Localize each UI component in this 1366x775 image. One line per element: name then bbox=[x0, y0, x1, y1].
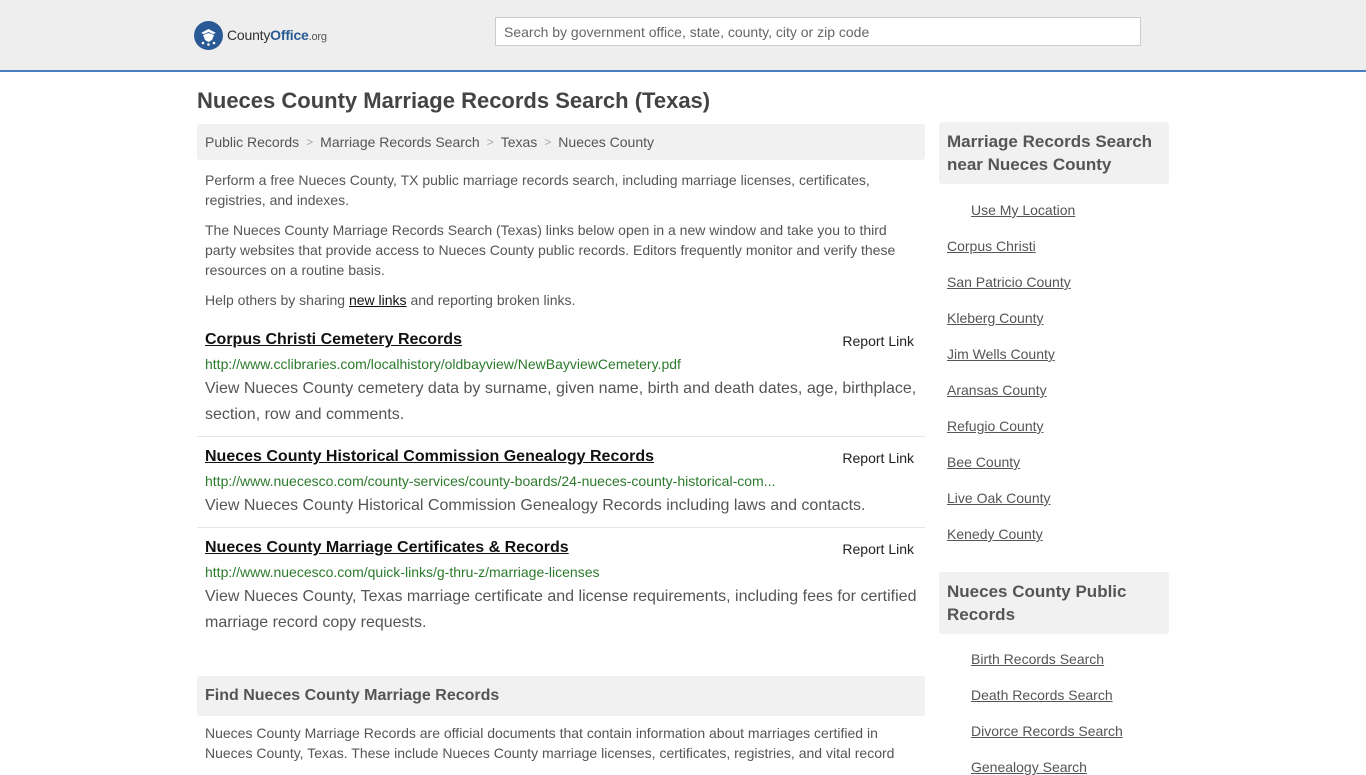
sidebar-public-link[interactable]: Birth Records Search bbox=[971, 651, 1104, 667]
find-section-heading: Find Nueces County Marriage Records bbox=[197, 676, 925, 716]
report-link-button[interactable]: Report Link bbox=[842, 333, 914, 349]
use-my-location-link[interactable]: Use My Location bbox=[971, 202, 1075, 218]
breadcrumb-public-records[interactable]: Public Records bbox=[205, 134, 299, 150]
breadcrumb-current: Nueces County bbox=[558, 134, 655, 150]
sidebar-nearby-link[interactable]: Jim Wells County bbox=[947, 346, 1055, 362]
sidebar-nearby-link[interactable]: Live Oak County bbox=[947, 490, 1051, 506]
intro-help-text-end: and reporting broken links. bbox=[406, 292, 576, 308]
intro-help-text: Help others by sharing bbox=[205, 292, 349, 308]
sidebar-nearby-link[interactable]: Kleberg County bbox=[947, 310, 1044, 326]
sidebar-public-heading: Nueces County Public Records bbox=[939, 572, 1169, 634]
result-title-link[interactable]: Nueces County Marriage Certificates & Re… bbox=[205, 539, 569, 557]
breadcrumb-marriage-records[interactable]: Marriage Records Search bbox=[320, 134, 480, 150]
result-url: http://www.cclibraries.com/localhistory/… bbox=[205, 356, 681, 372]
breadcrumb: Public Records > Marriage Records Search… bbox=[197, 124, 925, 160]
intro-paragraph-2: The Nueces County Marriage Records Searc… bbox=[205, 222, 896, 278]
sidebar-nearby-link[interactable]: Bee County bbox=[947, 454, 1020, 470]
report-link-button[interactable]: Report Link bbox=[842, 450, 914, 466]
divider bbox=[197, 436, 925, 437]
sidebar-public-link[interactable]: Death Records Search bbox=[971, 687, 1113, 703]
result-url: http://www.nuecesco.com/quick-links/g-th… bbox=[205, 564, 600, 580]
logo-wordmark: CountyOffice.org bbox=[227, 27, 327, 43]
search-input[interactable] bbox=[495, 17, 1141, 46]
result-description: View Nueces County, Texas marriage certi… bbox=[205, 588, 917, 631]
divider bbox=[197, 527, 925, 528]
result-title-link[interactable]: Corpus Christi Cemetery Records bbox=[205, 331, 462, 349]
sidebar-nearby-link[interactable]: Refugio County bbox=[947, 418, 1044, 434]
intro-paragraph-1: Perform a free Nueces County, TX public … bbox=[205, 172, 870, 208]
sidebar-public-link[interactable]: Genealogy Search bbox=[971, 759, 1087, 775]
page-title: Nueces County Marriage Records Search (T… bbox=[197, 88, 711, 113]
find-section-text: Nueces County Marriage Records are offic… bbox=[205, 725, 895, 761]
new-links-link[interactable]: new links bbox=[349, 292, 407, 308]
result-title-link[interactable]: Nueces County Historical Commission Gene… bbox=[205, 448, 654, 466]
seal-icon bbox=[194, 20, 223, 50]
chevron-right-icon: > bbox=[306, 135, 314, 149]
logo-county: County bbox=[227, 27, 271, 43]
sidebar-nearby-link[interactable]: Kenedy County bbox=[947, 526, 1043, 542]
sidebar-public-link[interactable]: Divorce Records Search bbox=[971, 723, 1123, 739]
logo-office: Office bbox=[270, 27, 309, 43]
report-link-button[interactable]: Report Link bbox=[842, 541, 914, 557]
intro-paragraph-3: Help others by sharing new links and rep… bbox=[205, 290, 917, 310]
sidebar-nearby-link[interactable]: San Patricio County bbox=[947, 274, 1071, 290]
breadcrumb-texas[interactable]: Texas bbox=[501, 134, 538, 150]
site-header: CountyOffice.org bbox=[0, 0, 1366, 72]
result-description: View Nueces County Historical Commission… bbox=[205, 497, 866, 514]
sidebar-nearby-link[interactable]: Aransas County bbox=[947, 382, 1047, 398]
sidebar-nearby-link[interactable]: Corpus Christi bbox=[947, 238, 1036, 254]
sidebar-nearby-heading: Marriage Records Search near Nueces Coun… bbox=[939, 122, 1169, 184]
result-description: View Nueces County cemetery data by surn… bbox=[205, 380, 917, 423]
chevron-right-icon: > bbox=[486, 135, 494, 149]
logo-org: .org bbox=[308, 31, 327, 43]
chevron-right-icon: > bbox=[544, 135, 552, 149]
result-url: http://www.nuecesco.com/county-services/… bbox=[205, 473, 776, 489]
site-logo[interactable]: CountyOffice.org bbox=[194, 20, 327, 50]
